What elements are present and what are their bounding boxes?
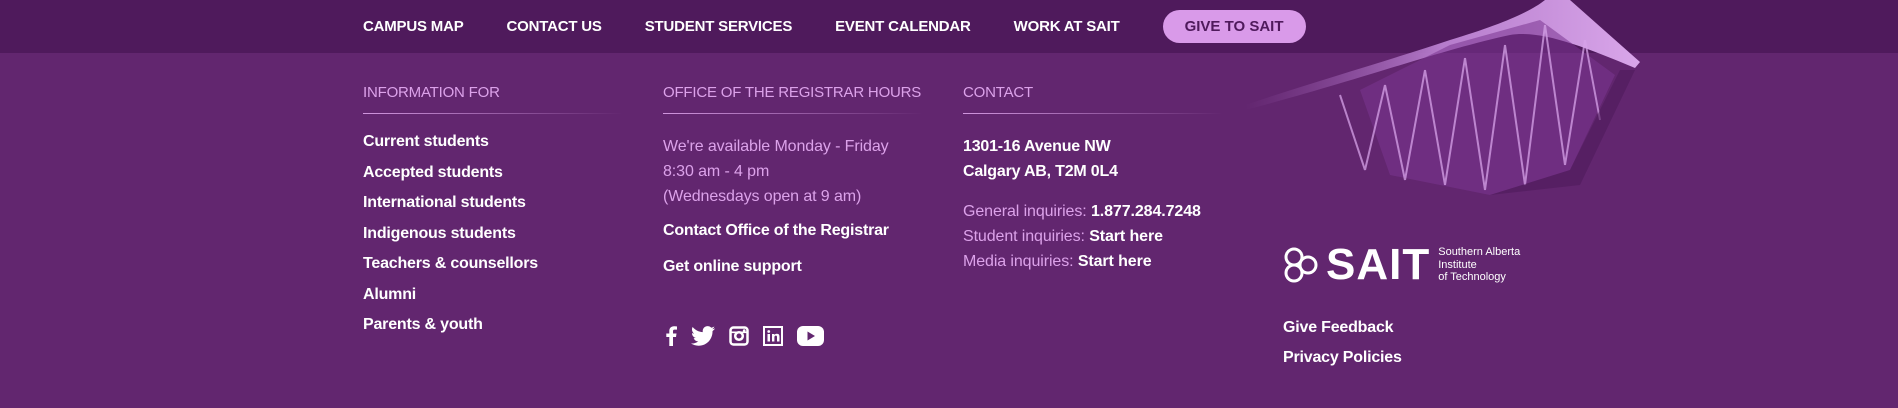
instagram-icon[interactable] bbox=[729, 326, 749, 351]
list-item: International students bbox=[363, 188, 623, 219]
contact-registrar-link[interactable]: Contact Office of the Registrar bbox=[663, 222, 923, 240]
building-illustration bbox=[1245, 0, 1640, 195]
info-for-section: INFORMATION FOR Current students Accepte… bbox=[363, 84, 623, 341]
youtube-icon[interactable] bbox=[797, 326, 824, 351]
link-indigenous-students[interactable]: Indigenous students bbox=[363, 225, 516, 242]
top-nav: CAMPUS MAP CONTACT US STUDENT SERVICES E… bbox=[363, 0, 1306, 53]
link-international-students[interactable]: International students bbox=[363, 194, 526, 211]
registrar-hours-section: OFFICE OF THE REGISTRAR HOURS We're avai… bbox=[663, 84, 923, 276]
facebook-icon[interactable] bbox=[665, 326, 677, 351]
contact-section: CONTACT 1301-16 Avenue NW Calgary AB, T2… bbox=[963, 84, 1223, 274]
logo-subtitle-line-1: Southern Alberta bbox=[1438, 246, 1521, 259]
hours-line-2: 8:30 am - 4 pm bbox=[663, 163, 770, 180]
general-inquiries: General inquiries: 1.877.284.7248 bbox=[963, 199, 1223, 224]
link-accepted-students[interactable]: Accepted students bbox=[363, 164, 503, 181]
online-support-link[interactable]: Get online support bbox=[663, 258, 923, 276]
nav-student-services[interactable]: STUDENT SERVICES bbox=[645, 18, 793, 35]
student-inquiries: Student inquiries: Start here bbox=[963, 224, 1223, 249]
info-for-list: Current students Accepted students Inter… bbox=[363, 127, 623, 341]
media-inquiries: Media inquiries: Start here bbox=[963, 249, 1223, 274]
social-links bbox=[665, 326, 838, 351]
list-item: Teachers & counsellors bbox=[363, 249, 623, 280]
link-current-students[interactable]: Current students bbox=[363, 133, 489, 150]
link-parents-youth[interactable]: Parents & youth bbox=[363, 316, 483, 333]
nav-campus-map[interactable]: CAMPUS MAP bbox=[363, 18, 464, 35]
info-for-heading: INFORMATION FOR bbox=[363, 84, 623, 114]
list-item: Alumni bbox=[363, 280, 623, 311]
general-phone-link[interactable]: 1.877.284.7248 bbox=[1091, 203, 1201, 220]
privacy-policies-link[interactable]: Privacy Policies bbox=[1283, 348, 1402, 378]
sait-logo[interactable]: SAIT Southern Alberta Institute of Techn… bbox=[1282, 240, 1520, 290]
nav-work-at-sait[interactable]: WORK AT SAIT bbox=[1014, 18, 1120, 35]
logo-subtitle-line-2: Institute bbox=[1438, 258, 1477, 271]
media-inquiries-label: Media inquiries: bbox=[963, 253, 1074, 270]
sait-emblem-icon bbox=[1284, 247, 1318, 283]
general-inquiries-label: General inquiries: bbox=[963, 203, 1087, 220]
contact-heading: CONTACT bbox=[963, 84, 1223, 114]
twitter-icon[interactable] bbox=[691, 326, 715, 351]
hours-line-1: We're available Monday - Friday bbox=[663, 138, 889, 155]
logo-wordmark: SAIT bbox=[1326, 240, 1431, 289]
footer-links: Give Feedback Privacy Policies bbox=[1283, 318, 1402, 378]
hours-line-3: (Wednesdays open at 9 am) bbox=[663, 188, 862, 205]
link-teachers-counsellors[interactable]: Teachers & counsellors bbox=[363, 255, 538, 272]
linkedin-icon[interactable] bbox=[763, 326, 783, 351]
address-line-1: 1301-16 Avenue NW bbox=[963, 138, 1111, 155]
link-alumni[interactable]: Alumni bbox=[363, 286, 416, 303]
list-item: Indigenous students bbox=[363, 219, 623, 250]
give-feedback-link[interactable]: Give Feedback bbox=[1283, 318, 1402, 348]
nav-contact-us[interactable]: CONTACT US bbox=[507, 18, 602, 35]
logo-subtitle: Southern Alberta Institute of Technology bbox=[1438, 246, 1520, 284]
student-start-here-link[interactable]: Start here bbox=[1089, 228, 1163, 245]
address-line-2: Calgary AB, T2M 0L4 bbox=[963, 163, 1118, 180]
media-start-here-link[interactable]: Start here bbox=[1078, 253, 1152, 270]
nav-event-calendar[interactable]: EVENT CALENDAR bbox=[835, 18, 971, 35]
list-item: Current students bbox=[363, 127, 623, 158]
list-item: Parents & youth bbox=[363, 310, 623, 341]
logo-subtitle-line-3: of Technology bbox=[1438, 271, 1506, 284]
registrar-heading: OFFICE OF THE REGISTRAR HOURS bbox=[663, 84, 923, 114]
list-item: Accepted students bbox=[363, 158, 623, 189]
student-inquiries-label: Student inquiries: bbox=[963, 228, 1085, 245]
